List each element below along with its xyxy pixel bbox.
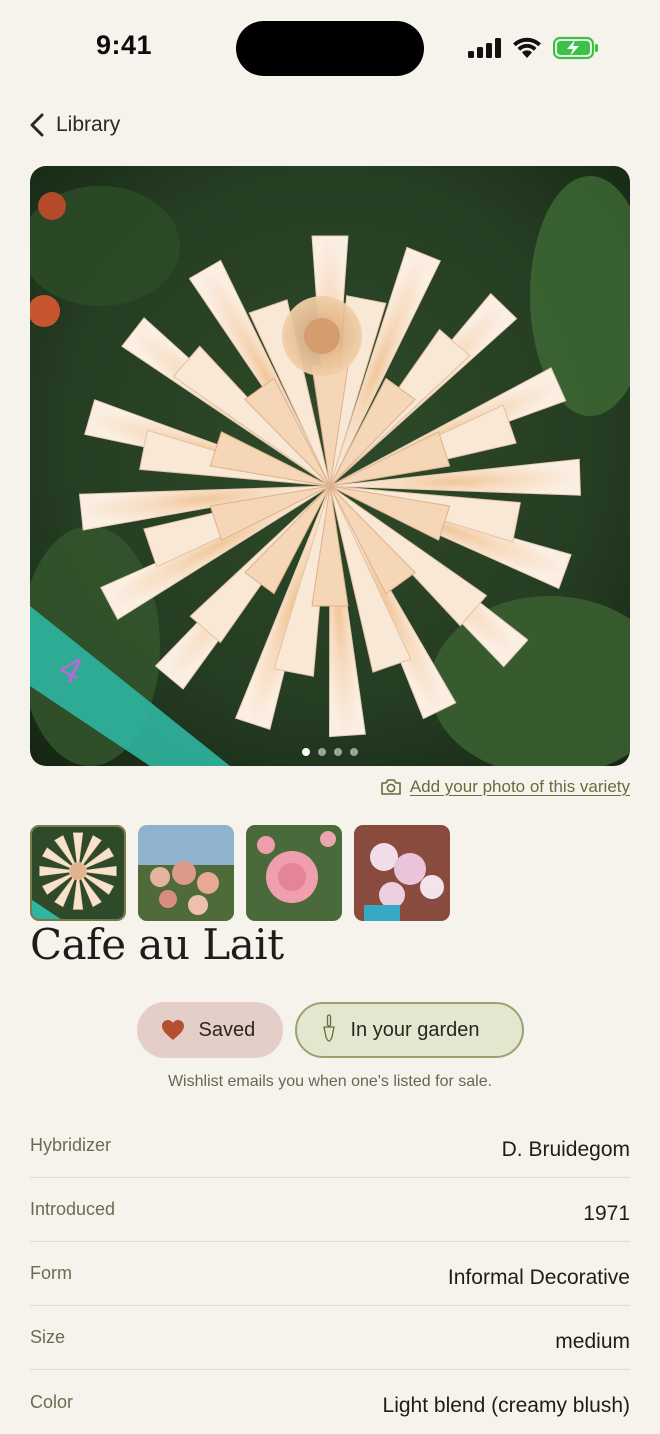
heart-icon	[161, 1020, 184, 1040]
dynamic-island	[236, 21, 424, 76]
camera-icon	[381, 779, 401, 795]
pagination-dot[interactable]	[318, 748, 326, 756]
status-bar: 9:41	[0, 0, 660, 96]
thumbnail-photo[interactable]	[138, 825, 234, 921]
thumbnail-image	[246, 825, 342, 921]
hero-photo[interactable]: 4	[30, 166, 630, 766]
cellular-signal-icon	[468, 38, 501, 58]
detail-value: D. Bruidegom	[501, 1137, 630, 1161]
detail-row-form: Form Informal Decorative	[30, 1242, 630, 1306]
back-label: Library	[56, 113, 121, 136]
saved-button[interactable]: Saved	[136, 1002, 283, 1058]
saved-label: Saved	[198, 1018, 256, 1041]
thumbnail-image	[354, 825, 450, 921]
garden-label: In your garden	[350, 1018, 480, 1041]
detail-value: Light blend (creamy blush)	[382, 1394, 630, 1417]
dahlia-photo: 4	[30, 166, 630, 766]
detail-label: Form	[30, 1263, 72, 1283]
pagination-dot[interactable]	[350, 748, 358, 756]
wifi-icon	[513, 37, 541, 58]
back-button[interactable]: Library	[28, 110, 120, 140]
detail-value: Informal Decorative	[447, 1265, 630, 1289]
thumbnail-image	[32, 827, 124, 919]
thumbnail-photo[interactable]	[30, 825, 126, 921]
chevron-left-icon	[30, 113, 44, 137]
pagination-dot[interactable]	[334, 748, 342, 756]
detail-label: Size	[30, 1327, 66, 1347]
in-your-garden-button[interactable]: In your garden	[294, 1002, 524, 1058]
detail-label: Hybridizer	[30, 1135, 112, 1155]
thumbnail-photo[interactable]	[354, 825, 450, 921]
thumbnail-photo[interactable]	[246, 825, 342, 921]
detail-value: 1971	[583, 1201, 630, 1225]
detail-label: Color	[30, 1391, 74, 1412]
variety-details: Hybridizer D. Bruidegom Introduced 1971 …	[30, 1114, 630, 1434]
add-photo-label: Add your photo of this variety	[409, 777, 630, 796]
status-time: 9:41	[96, 30, 153, 60]
add-photo-link[interactable]: Add your photo of this variety	[380, 777, 630, 797]
trowel-icon	[322, 1014, 335, 1042]
wishlist-note: Wishlist emails you when one's listed fo…	[167, 1073, 493, 1090]
thumbnail-strip	[30, 825, 450, 921]
detail-label: Introduced	[30, 1199, 116, 1219]
action-buttons: Saved In your garden	[0, 1002, 660, 1058]
gallery-pagination[interactable]	[30, 748, 630, 756]
detail-row-introduced: Introduced 1971	[30, 1178, 630, 1242]
pagination-dot[interactable]	[302, 748, 310, 756]
detail-value: medium	[555, 1329, 630, 1353]
detail-row-color: Color Light blend (creamy blush)	[30, 1370, 630, 1434]
thumbnail-image	[138, 825, 234, 921]
detail-row-size: Size medium	[30, 1306, 630, 1370]
detail-row-hybridizer: Hybridizer D. Bruidegom	[30, 1114, 630, 1178]
battery-charging-icon	[553, 36, 598, 60]
variety-title: Cafe au Lait	[30, 920, 284, 969]
